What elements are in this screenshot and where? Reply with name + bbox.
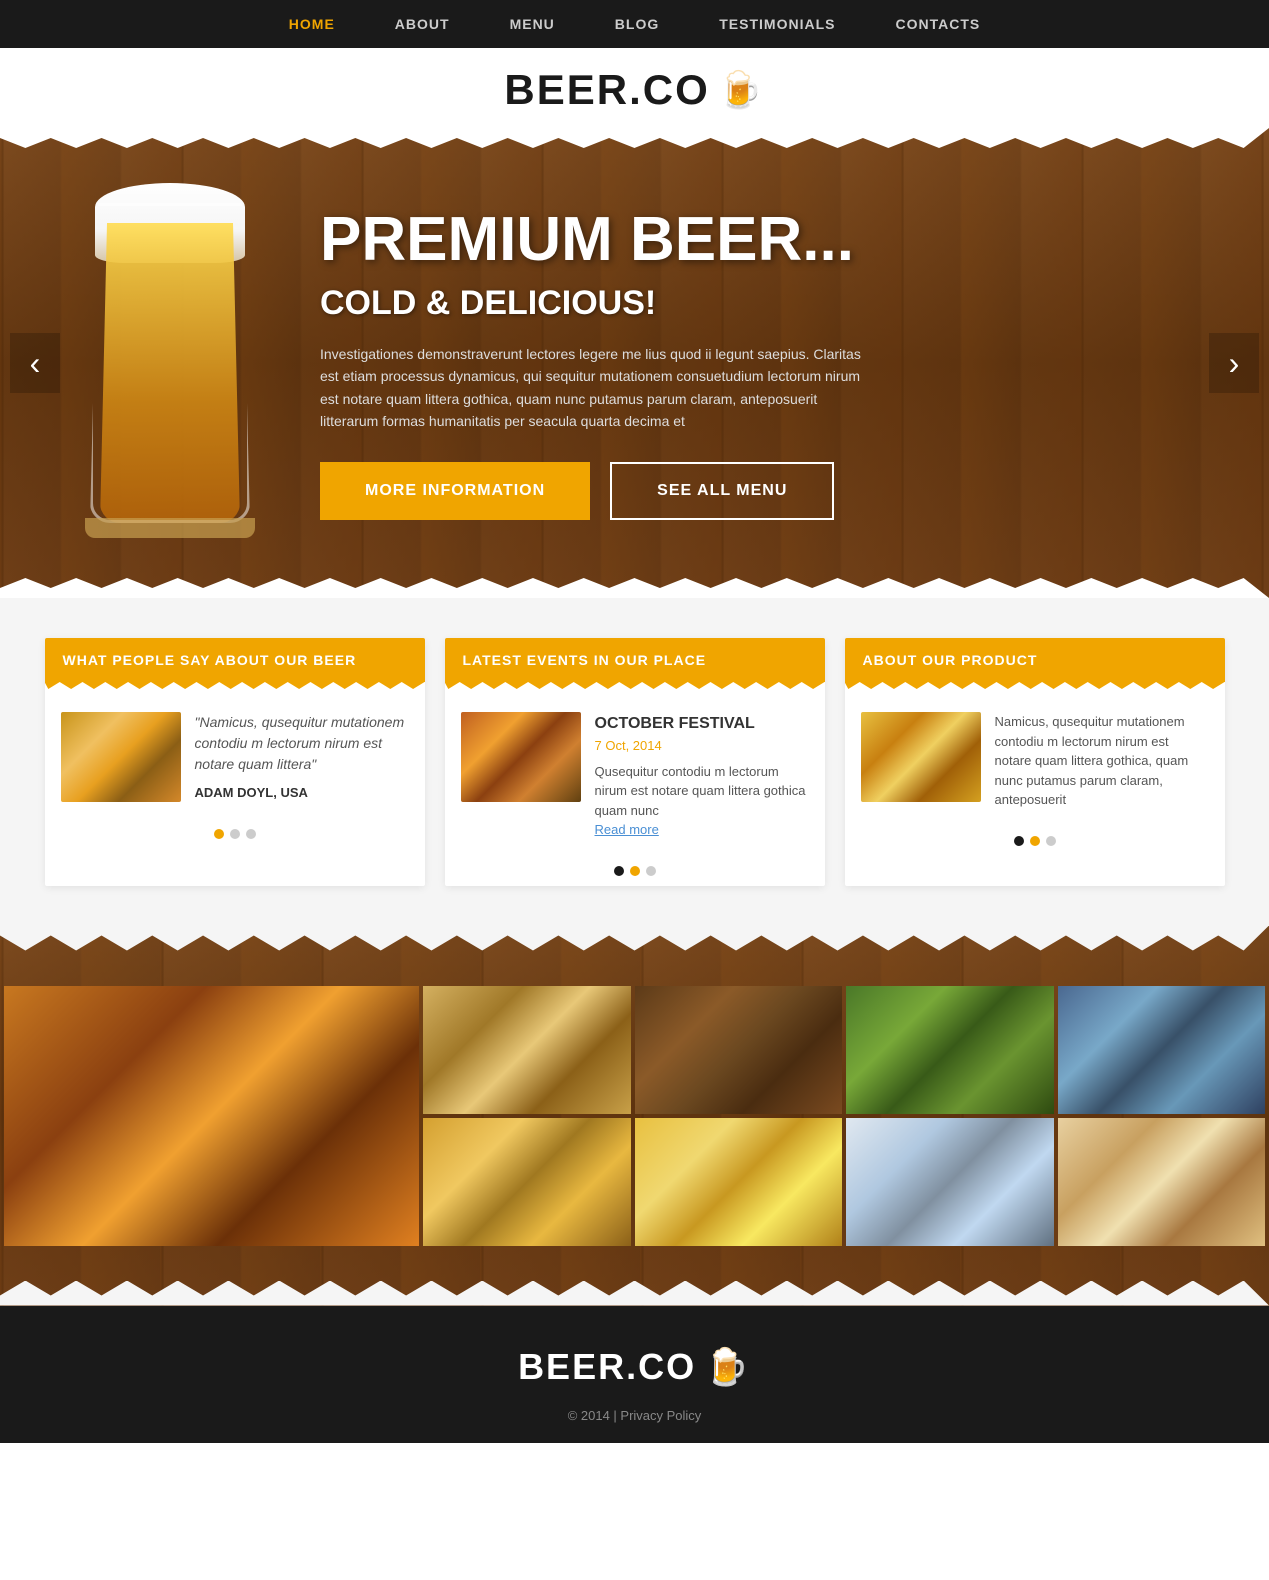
hero-description: Investigationes demonstraverunt lectores… — [320, 343, 870, 433]
gallery-item-grains[interactable] — [423, 986, 631, 1114]
footer-logo: BEER.CO 🍺 — [518, 1346, 751, 1388]
gallery-grid — [4, 986, 1265, 1246]
logo-beer-icon: 🍺 — [718, 69, 765, 111]
read-more-link[interactable]: Read more — [595, 820, 809, 840]
gallery-item-barrels[interactable] — [635, 986, 843, 1114]
dot-1[interactable] — [214, 829, 224, 839]
dot-3[interactable] — [646, 866, 656, 876]
dot-1[interactable] — [1014, 836, 1024, 846]
gallery-item-man[interactable] — [1058, 986, 1266, 1114]
testimonials-quote: "Namicus, qusequitur mutationem contodiu… — [195, 712, 409, 775]
nav-home[interactable]: HOME — [289, 16, 335, 32]
hero-heading1: PREMIUM BEER... — [320, 206, 1209, 274]
testimonials-author: ADAM DOYL, USA — [195, 783, 409, 803]
nav-menu[interactable]: MENU — [510, 16, 555, 32]
events-text: OCTOBER FESTIVAL 7 Oct, 2014 Qusequitur … — [595, 712, 809, 840]
gallery-item-toast[interactable] — [1058, 1118, 1266, 1246]
testimonials-text: "Namicus, qusequitur mutationem contodiu… — [195, 712, 409, 803]
product-dots — [845, 826, 1225, 856]
footer: BEER.CO 🍺 © 2014 | Privacy Policy — [0, 1306, 1269, 1443]
hero-beer-glass — [60, 183, 280, 523]
footer-beer-icon: 🍺 — [704, 1346, 751, 1388]
product-card: ABOUT OUR PRODUCT Namicus, qusequitur mu… — [845, 638, 1225, 886]
events-card-body: OCTOBER FESTIVAL 7 Oct, 2014 Qusequitur … — [445, 696, 825, 856]
nav-blog[interactable]: BLOG — [615, 16, 659, 32]
event-title: OCTOBER FESTIVAL — [595, 712, 809, 736]
gallery-item-hops[interactable] — [846, 986, 1054, 1114]
testimonials-image — [61, 712, 181, 802]
hero-text-block: PREMIUM BEER... COLD & DELICIOUS! Invest… — [320, 206, 1209, 521]
hero-heading2: COLD & DELICIOUS! — [320, 284, 1209, 323]
gallery-item-beers-dark[interactable] — [4, 986, 419, 1246]
testimonials-card: WHAT PEOPLE SAY ABOUT OUR BEER "Namicus,… — [45, 638, 425, 886]
logo-header: BEER.CO 🍺 — [0, 48, 1269, 128]
footer-logo-text: BEER.CO — [518, 1346, 696, 1388]
gallery-item-pouring[interactable] — [423, 1118, 631, 1246]
dot-3[interactable] — [1046, 836, 1056, 846]
hero-prev-button[interactable]: ‹ — [10, 333, 60, 393]
nav-about[interactable]: ABOUT — [395, 16, 450, 32]
events-card: LATEST EVENTS IN OUR PLACE OCTOBER FESTI… — [445, 638, 825, 886]
event-description: Qusequitur contodiu m lectorum nirum est… — [595, 762, 809, 821]
gallery-item-beer-glass2[interactable] — [846, 1118, 1054, 1246]
dot-3[interactable] — [246, 829, 256, 839]
hero-next-button[interactable]: › — [1209, 333, 1259, 393]
gallery-item-golden[interactable] — [635, 1118, 843, 1246]
footer-copyright: © 2014 | Privacy Policy — [20, 1408, 1249, 1423]
gallery-section — [0, 926, 1269, 1306]
see-all-menu-button[interactable]: SEE ALL MENU — [610, 462, 834, 520]
nav-testimonials[interactable]: TESTIMONIALS — [719, 16, 835, 32]
hero-buttons: MORE INFORMATION SEE ALL MENU — [320, 462, 1209, 520]
main-nav: HOME ABOUT MENU BLOG TESTIMONIALS CONTAC… — [0, 0, 1269, 48]
events-image — [461, 712, 581, 802]
events-dots — [445, 856, 825, 886]
dot-1[interactable] — [614, 866, 624, 876]
product-card-body: Namicus, qusequitur mutationem contodiu … — [845, 696, 1225, 826]
testimonials-card-body: "Namicus, qusequitur mutationem contodiu… — [45, 696, 425, 819]
logo-text: BEER.CO — [504, 66, 709, 114]
dot-2[interactable] — [630, 866, 640, 876]
cards-section: WHAT PEOPLE SAY ABOUT OUR BEER "Namicus,… — [0, 598, 1269, 926]
dot-2[interactable] — [230, 829, 240, 839]
testimonials-dots — [45, 819, 425, 849]
dot-2[interactable] — [1030, 836, 1040, 846]
event-date: 7 Oct, 2014 — [595, 736, 809, 756]
hero-section: ‹ PREMIUM BEER... COLD & DELICIOUS! Inve… — [0, 128, 1269, 598]
nav-contacts[interactable]: CONTACTS — [895, 16, 980, 32]
more-info-button[interactable]: MORE INFORMATION — [320, 462, 590, 520]
product-image — [861, 712, 981, 802]
product-text: Namicus, qusequitur mutationem contodiu … — [995, 712, 1209, 810]
